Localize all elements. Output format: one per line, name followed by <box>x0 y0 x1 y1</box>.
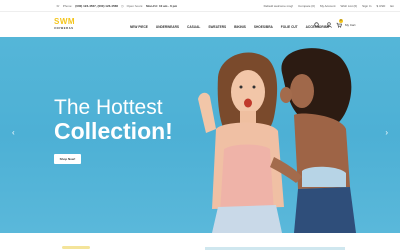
nav-item-casual[interactable]: CASUAL <box>187 25 200 29</box>
language-select[interactable]: En <box>390 4 394 8</box>
page: ☏ Phone: (000) 123-4567, (000) 123-4568 … <box>0 0 400 250</box>
nav-item-bikinis[interactable]: BIKINIS <box>234 25 246 29</box>
main-nav: NEW PIECE UNDERWEARS CASUAL SWEATERS BIK… <box>130 25 329 29</box>
nav-item-shoes-bra[interactable]: SHOES/BRA <box>254 25 273 29</box>
cart-count-badge: 0 <box>339 19 343 23</box>
logo-main: SWM <box>54 17 76 26</box>
welcome-msg: Default welcome msg! <box>263 4 294 8</box>
utility-links: Default welcome msg! Compare (0) My Acco… <box>264 4 394 8</box>
hero-title-line1: The Hottest <box>54 96 163 119</box>
below-fold-section <box>0 233 400 250</box>
nav-item-underwears[interactable]: UNDERWEARS <box>156 25 179 29</box>
logo-sub: UNIWERAS <box>54 27 74 30</box>
phone-icon: ☏ <box>56 4 60 8</box>
hero-photo <box>198 48 356 233</box>
phone-label: Phone: <box>62 4 73 8</box>
carousel-prev-button[interactable]: ‹ <box>12 129 15 137</box>
cart-label: My Cart <box>345 23 356 27</box>
logo[interactable]: SWM UNIWERAS <box>54 17 76 31</box>
my-account-link[interactable]: My Account <box>320 4 336 8</box>
nav-item-sweaters[interactable]: SWEATERS <box>208 25 226 29</box>
hours-label: Open hours: <box>126 4 144 8</box>
user-icon[interactable] <box>326 22 332 28</box>
currency-select[interactable]: $ USD <box>376 4 385 8</box>
clock-icon: ◷ <box>120 4 124 8</box>
hours-value: Mon-Fri: 10 am - 6 pm <box>146 4 178 8</box>
cart-button[interactable]: 0 My Cart <box>336 19 362 30</box>
promo-accent-bar <box>62 246 90 249</box>
search-icon[interactable] <box>314 22 320 28</box>
nav-item-new-piece[interactable]: NEW PIECE <box>130 25 148 29</box>
hero-title-line2: Collection! <box>54 118 173 144</box>
contact-info: ☏ Phone: (000) 123-4567, (000) 123-4568 … <box>56 4 177 8</box>
carousel-next-button[interactable]: › <box>385 129 388 137</box>
nav-item-folie-cut[interactable]: FOLIE CUT <box>281 25 298 29</box>
site-header: SWM UNIWERAS NEW PIECE UNDERWEARS CASUAL… <box>0 12 400 36</box>
shop-now-button[interactable]: Shop Now! <box>54 154 81 164</box>
sign-in-link[interactable]: Sign In <box>362 4 371 8</box>
top-bar: ☏ Phone: (000) 123-4567, (000) 123-4568 … <box>0 0 400 12</box>
phone-numbers: (000) 123-4567, (000) 123-4568 <box>75 4 118 8</box>
hero-banner: ‹ › The Hottest Collection! Shop Now! <box>0 37 400 233</box>
compare-link[interactable]: Compare (0) <box>298 4 315 8</box>
wishlist-link[interactable]: Wish List (0) <box>340 4 357 8</box>
